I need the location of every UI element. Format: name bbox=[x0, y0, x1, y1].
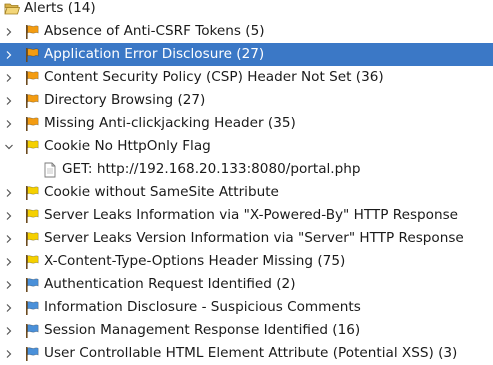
folder-open-icon bbox=[4, 1, 20, 17]
alerts-tree[interactable]: Alerts (14) Absence of Anti-CSRF Tokens (… bbox=[0, 0, 493, 361]
flag-icon bbox=[24, 254, 40, 270]
chevron-right-icon[interactable] bbox=[4, 89, 14, 112]
chevron-right-icon[interactable] bbox=[4, 273, 14, 296]
flag-icon bbox=[24, 139, 40, 155]
chevron-right-icon[interactable] bbox=[4, 66, 14, 89]
alert-label: Cookie No HttpOnly Flag bbox=[44, 138, 211, 154]
alert-item[interactable]: Absence of Anti-CSRF Tokens (5) bbox=[0, 20, 493, 43]
alert-item[interactable]: Server Leaks Version Information via "Se… bbox=[0, 227, 493, 250]
flag-icon bbox=[24, 116, 40, 132]
flag-icon bbox=[24, 346, 40, 362]
alert-instance-label: GET: http://192.168.20.133:8080/portal.p… bbox=[62, 161, 361, 177]
alert-label: Application Error Disclosure (27) bbox=[44, 46, 265, 62]
alert-item[interactable]: Application Error Disclosure (27) bbox=[0, 43, 493, 66]
alert-label: Server Leaks Information via "X-Powered-… bbox=[44, 207, 459, 223]
alert-label: Content Security Policy (CSP) Header Not… bbox=[44, 69, 384, 85]
document-icon bbox=[42, 162, 58, 178]
alert-label: Session Management Response Identified (… bbox=[44, 322, 361, 338]
alert-label: Server Leaks Version Information via "Se… bbox=[44, 230, 464, 246]
chevron-right-icon[interactable] bbox=[4, 181, 14, 204]
flag-icon bbox=[24, 185, 40, 201]
chevron-right-icon[interactable] bbox=[4, 296, 14, 319]
flag-icon bbox=[24, 300, 40, 316]
alert-label: Absence of Anti-CSRF Tokens (5) bbox=[44, 23, 265, 39]
tree-root-label: Alerts (14) bbox=[24, 0, 96, 16]
alert-instance-item[interactable]: GET: http://192.168.20.133:8080/portal.p… bbox=[0, 158, 493, 181]
alert-item[interactable]: Authentication Request Identified (2) bbox=[0, 273, 493, 296]
flag-icon bbox=[24, 208, 40, 224]
alert-item[interactable]: User Controllable HTML Element Attribute… bbox=[0, 342, 493, 365]
alert-item[interactable]: Cookie No HttpOnly Flag bbox=[0, 135, 493, 158]
flag-icon bbox=[24, 47, 40, 63]
chevron-right-icon[interactable] bbox=[4, 250, 14, 273]
flag-icon bbox=[24, 277, 40, 293]
chevron-right-icon[interactable] bbox=[4, 227, 14, 250]
alert-label: X-Content-Type-Options Header Missing (7… bbox=[44, 253, 346, 269]
flag-icon bbox=[24, 93, 40, 109]
chevron-right-icon[interactable] bbox=[4, 43, 14, 66]
flag-icon bbox=[24, 231, 40, 247]
alert-item[interactable]: Information Disclosure - Suspicious Comm… bbox=[0, 296, 493, 319]
tree-root-alerts[interactable]: Alerts (14) bbox=[0, 0, 493, 20]
alert-label: Cookie without SameSite Attribute bbox=[44, 184, 279, 200]
alert-item[interactable]: Session Management Response Identified (… bbox=[0, 319, 493, 342]
alert-label: Missing Anti-clickjacking Header (35) bbox=[44, 115, 296, 131]
alert-item[interactable]: X-Content-Type-Options Header Missing (7… bbox=[0, 250, 493, 273]
chevron-down-icon[interactable] bbox=[4, 135, 14, 158]
alert-item[interactable]: Content Security Policy (CSP) Header Not… bbox=[0, 66, 493, 89]
alert-item[interactable]: Cookie without SameSite Attribute bbox=[0, 181, 493, 204]
flag-icon bbox=[24, 24, 40, 40]
alert-item[interactable]: Missing Anti-clickjacking Header (35) bbox=[0, 112, 493, 135]
alert-label: Directory Browsing (27) bbox=[44, 92, 206, 108]
chevron-right-icon[interactable] bbox=[4, 319, 14, 342]
alert-item[interactable]: Directory Browsing (27) bbox=[0, 89, 493, 112]
chevron-right-icon[interactable] bbox=[4, 204, 14, 227]
alert-item[interactable]: Server Leaks Information via "X-Powered-… bbox=[0, 204, 493, 227]
chevron-right-icon[interactable] bbox=[4, 112, 14, 135]
alert-label: User Controllable HTML Element Attribute… bbox=[44, 345, 458, 361]
flag-icon bbox=[24, 70, 40, 86]
flag-icon bbox=[24, 323, 40, 339]
alert-label: Authentication Request Identified (2) bbox=[44, 276, 296, 292]
chevron-right-icon[interactable] bbox=[4, 20, 14, 43]
alert-label: Information Disclosure - Suspicious Comm… bbox=[44, 299, 361, 315]
chevron-right-icon[interactable] bbox=[4, 342, 14, 365]
